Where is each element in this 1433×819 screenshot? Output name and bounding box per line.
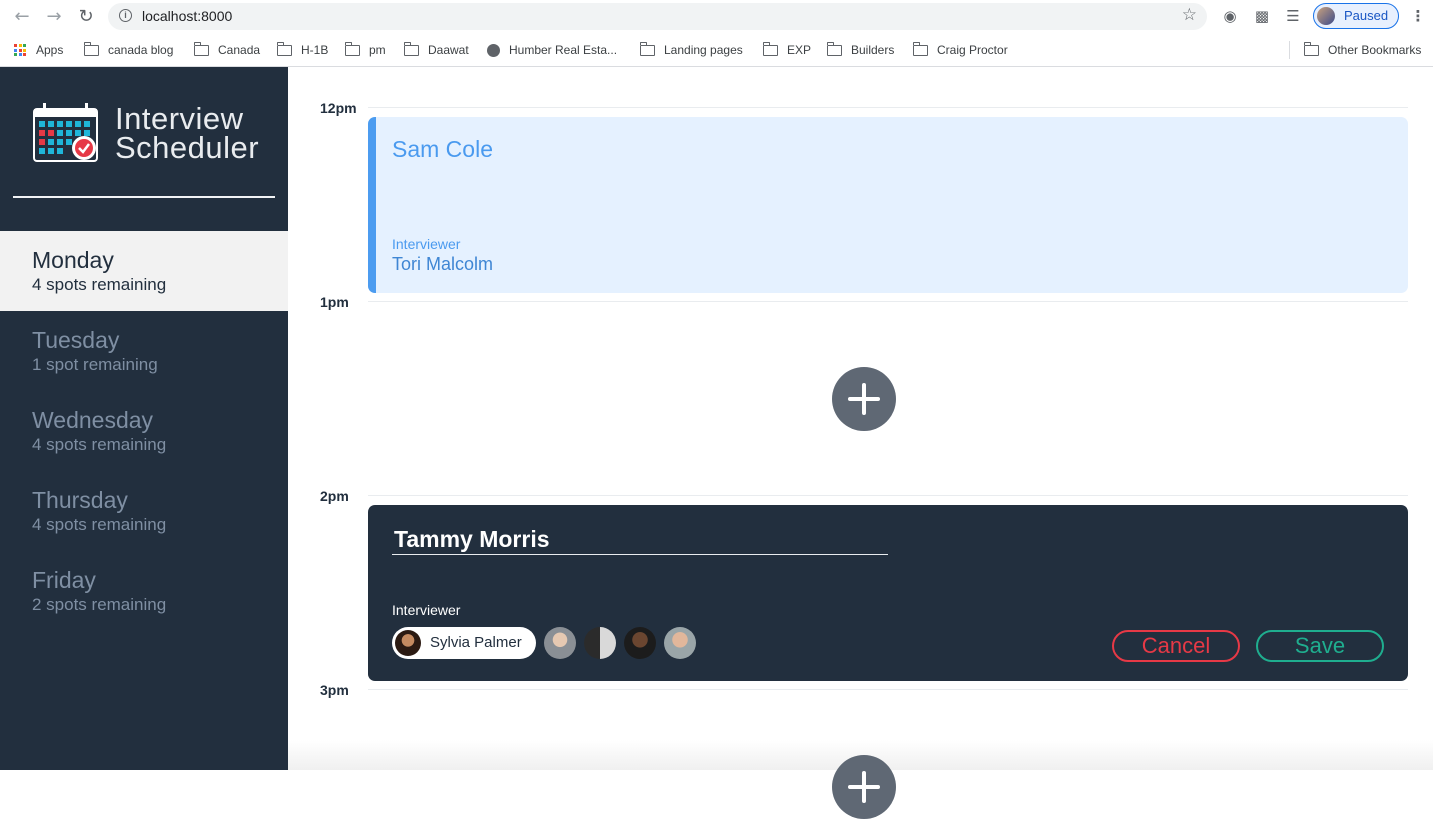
- bookmarks-bar: Apps canada blog Canada H-1B pm Daawat H…: [0, 34, 1433, 67]
- day-spots: 4 spots remaining: [32, 515, 167, 534]
- folder-icon: [762, 41, 778, 56]
- bookmark-humber[interactable]: Humber Real Esta...: [487, 40, 617, 60]
- browser-toolbar: ← → ↻ i localhost:8000 ☆ ◉ ▩ ☰ Paused ⋮: [0, 0, 1433, 34]
- appointment-form: Tammy Morris Interviewer Sylvia Palmer C…: [368, 505, 1408, 681]
- folder-icon: [826, 41, 842, 56]
- address-bar[interactable]: i localhost:8000 ☆: [108, 3, 1207, 30]
- cancel-button[interactable]: Cancel: [1112, 630, 1240, 662]
- folder-icon: [193, 41, 209, 56]
- day-name: Tuesday: [32, 327, 120, 353]
- bookmark-apps[interactable]: Apps: [14, 40, 63, 60]
- interviewer-option[interactable]: [664, 627, 696, 659]
- bookmark-h1b[interactable]: H-1B: [276, 40, 328, 60]
- day-wednesday[interactable]: Wednesday 4 spots remaining: [0, 391, 288, 471]
- extension-circle-icon[interactable]: ◉: [1220, 6, 1240, 26]
- bookmark-daawat[interactable]: Daawat: [403, 40, 469, 60]
- appointment-interviewer: Tori Malcolm: [392, 254, 494, 274]
- day-name: Monday: [32, 247, 114, 273]
- bookmark-canada[interactable]: Canada: [193, 40, 260, 60]
- interviewer-avatar: [395, 630, 421, 656]
- student-name-input[interactable]: Tammy Morris: [392, 524, 888, 555]
- day-tuesday[interactable]: Tuesday 1 spot remaining: [0, 311, 288, 391]
- profile-status: Paused: [1344, 8, 1389, 23]
- url-text[interactable]: localhost:8000: [142, 8, 232, 24]
- day-name: Friday: [32, 567, 96, 593]
- save-button[interactable]: Save: [1256, 630, 1384, 662]
- slot-separator: [368, 301, 1408, 302]
- bookmarks-divider: [1289, 41, 1290, 59]
- appointment-student: Sam Cole: [392, 136, 493, 162]
- time-label-12pm: 12pm: [320, 100, 357, 116]
- sidebar: Interview Scheduler Monday 4 spots remai…: [0, 67, 288, 770]
- calendar-logo-icon: [33, 103, 98, 162]
- interviewer-option[interactable]: [584, 627, 616, 659]
- day-spots: 4 spots remaining: [32, 275, 167, 294]
- slot-separator: [368, 495, 1408, 496]
- media-queue-icon[interactable]: ☰: [1283, 6, 1303, 26]
- day-thursday[interactable]: Thursday 4 spots remaining: [0, 471, 288, 551]
- app-title: Interview Scheduler: [115, 101, 260, 165]
- globe-icon: [487, 43, 500, 57]
- interviewer-name: Sylvia Palmer: [430, 634, 522, 651]
- folder-icon: [276, 41, 292, 56]
- day-friday[interactable]: Friday 2 spots remaining: [0, 551, 288, 631]
- time-label-2pm: 2pm: [320, 488, 349, 504]
- day-name: Thursday: [32, 487, 128, 513]
- sidebar-divider: [13, 196, 275, 198]
- time-label-1pm: 1pm: [320, 294, 349, 310]
- bookmark-builders[interactable]: Builders: [826, 40, 894, 60]
- form-interviewer-label: Interviewer: [392, 602, 461, 618]
- bookmark-canada-blog[interactable]: canada blog: [83, 40, 173, 60]
- appointment-card[interactable]: Sam Cole Interviewer Tori Malcolm: [368, 117, 1408, 293]
- folder-icon: [403, 41, 419, 56]
- folder-icon: [344, 41, 360, 56]
- info-icon[interactable]: i: [119, 9, 132, 22]
- bookmark-other[interactable]: Other Bookmarks: [1303, 40, 1421, 60]
- more-menu-icon[interactable]: ⋮: [1408, 6, 1428, 26]
- folder-icon: [639, 41, 655, 56]
- extensions-puzzle-icon[interactable]: ▩: [1252, 6, 1272, 26]
- appointment-interviewer-label: Interviewer: [392, 236, 461, 252]
- slot-separator: [368, 689, 1408, 690]
- appointment-accent-bar: [368, 117, 376, 293]
- apps-grid-icon: [14, 44, 26, 56]
- add-appointment-button[interactable]: [832, 367, 896, 431]
- bookmark-star-icon[interactable]: ☆: [1182, 5, 1197, 25]
- back-icon[interactable]: ←: [10, 5, 34, 29]
- bookmark-landing-pages[interactable]: Landing pages: [639, 40, 743, 60]
- day-monday[interactable]: Monday 4 spots remaining: [0, 231, 288, 311]
- folder-icon: [1303, 41, 1319, 56]
- bookmark-pm[interactable]: pm: [344, 40, 386, 60]
- day-name: Wednesday: [32, 407, 154, 433]
- interviewer-selected[interactable]: Sylvia Palmer: [392, 627, 536, 659]
- profile-avatar: [1317, 7, 1335, 25]
- profile-button[interactable]: Paused: [1313, 3, 1399, 29]
- day-spots: 1 spot remaining: [32, 355, 158, 374]
- add-appointment-button[interactable]: [832, 755, 896, 819]
- forward-icon[interactable]: →: [42, 5, 66, 29]
- day-spots: 2 spots remaining: [32, 595, 167, 614]
- bookmark-craig-proctor[interactable]: Craig Proctor: [912, 40, 1008, 60]
- time-label-3pm: 3pm: [320, 682, 349, 698]
- bookmark-exp[interactable]: EXP: [762, 40, 811, 60]
- day-spots: 4 spots remaining: [32, 435, 167, 454]
- folder-icon: [912, 41, 928, 56]
- interviewer-option[interactable]: [624, 627, 656, 659]
- interviewer-option[interactable]: [544, 627, 576, 659]
- slot-separator: [368, 107, 1408, 108]
- folder-icon: [83, 41, 99, 56]
- reload-icon[interactable]: ↻: [74, 5, 98, 29]
